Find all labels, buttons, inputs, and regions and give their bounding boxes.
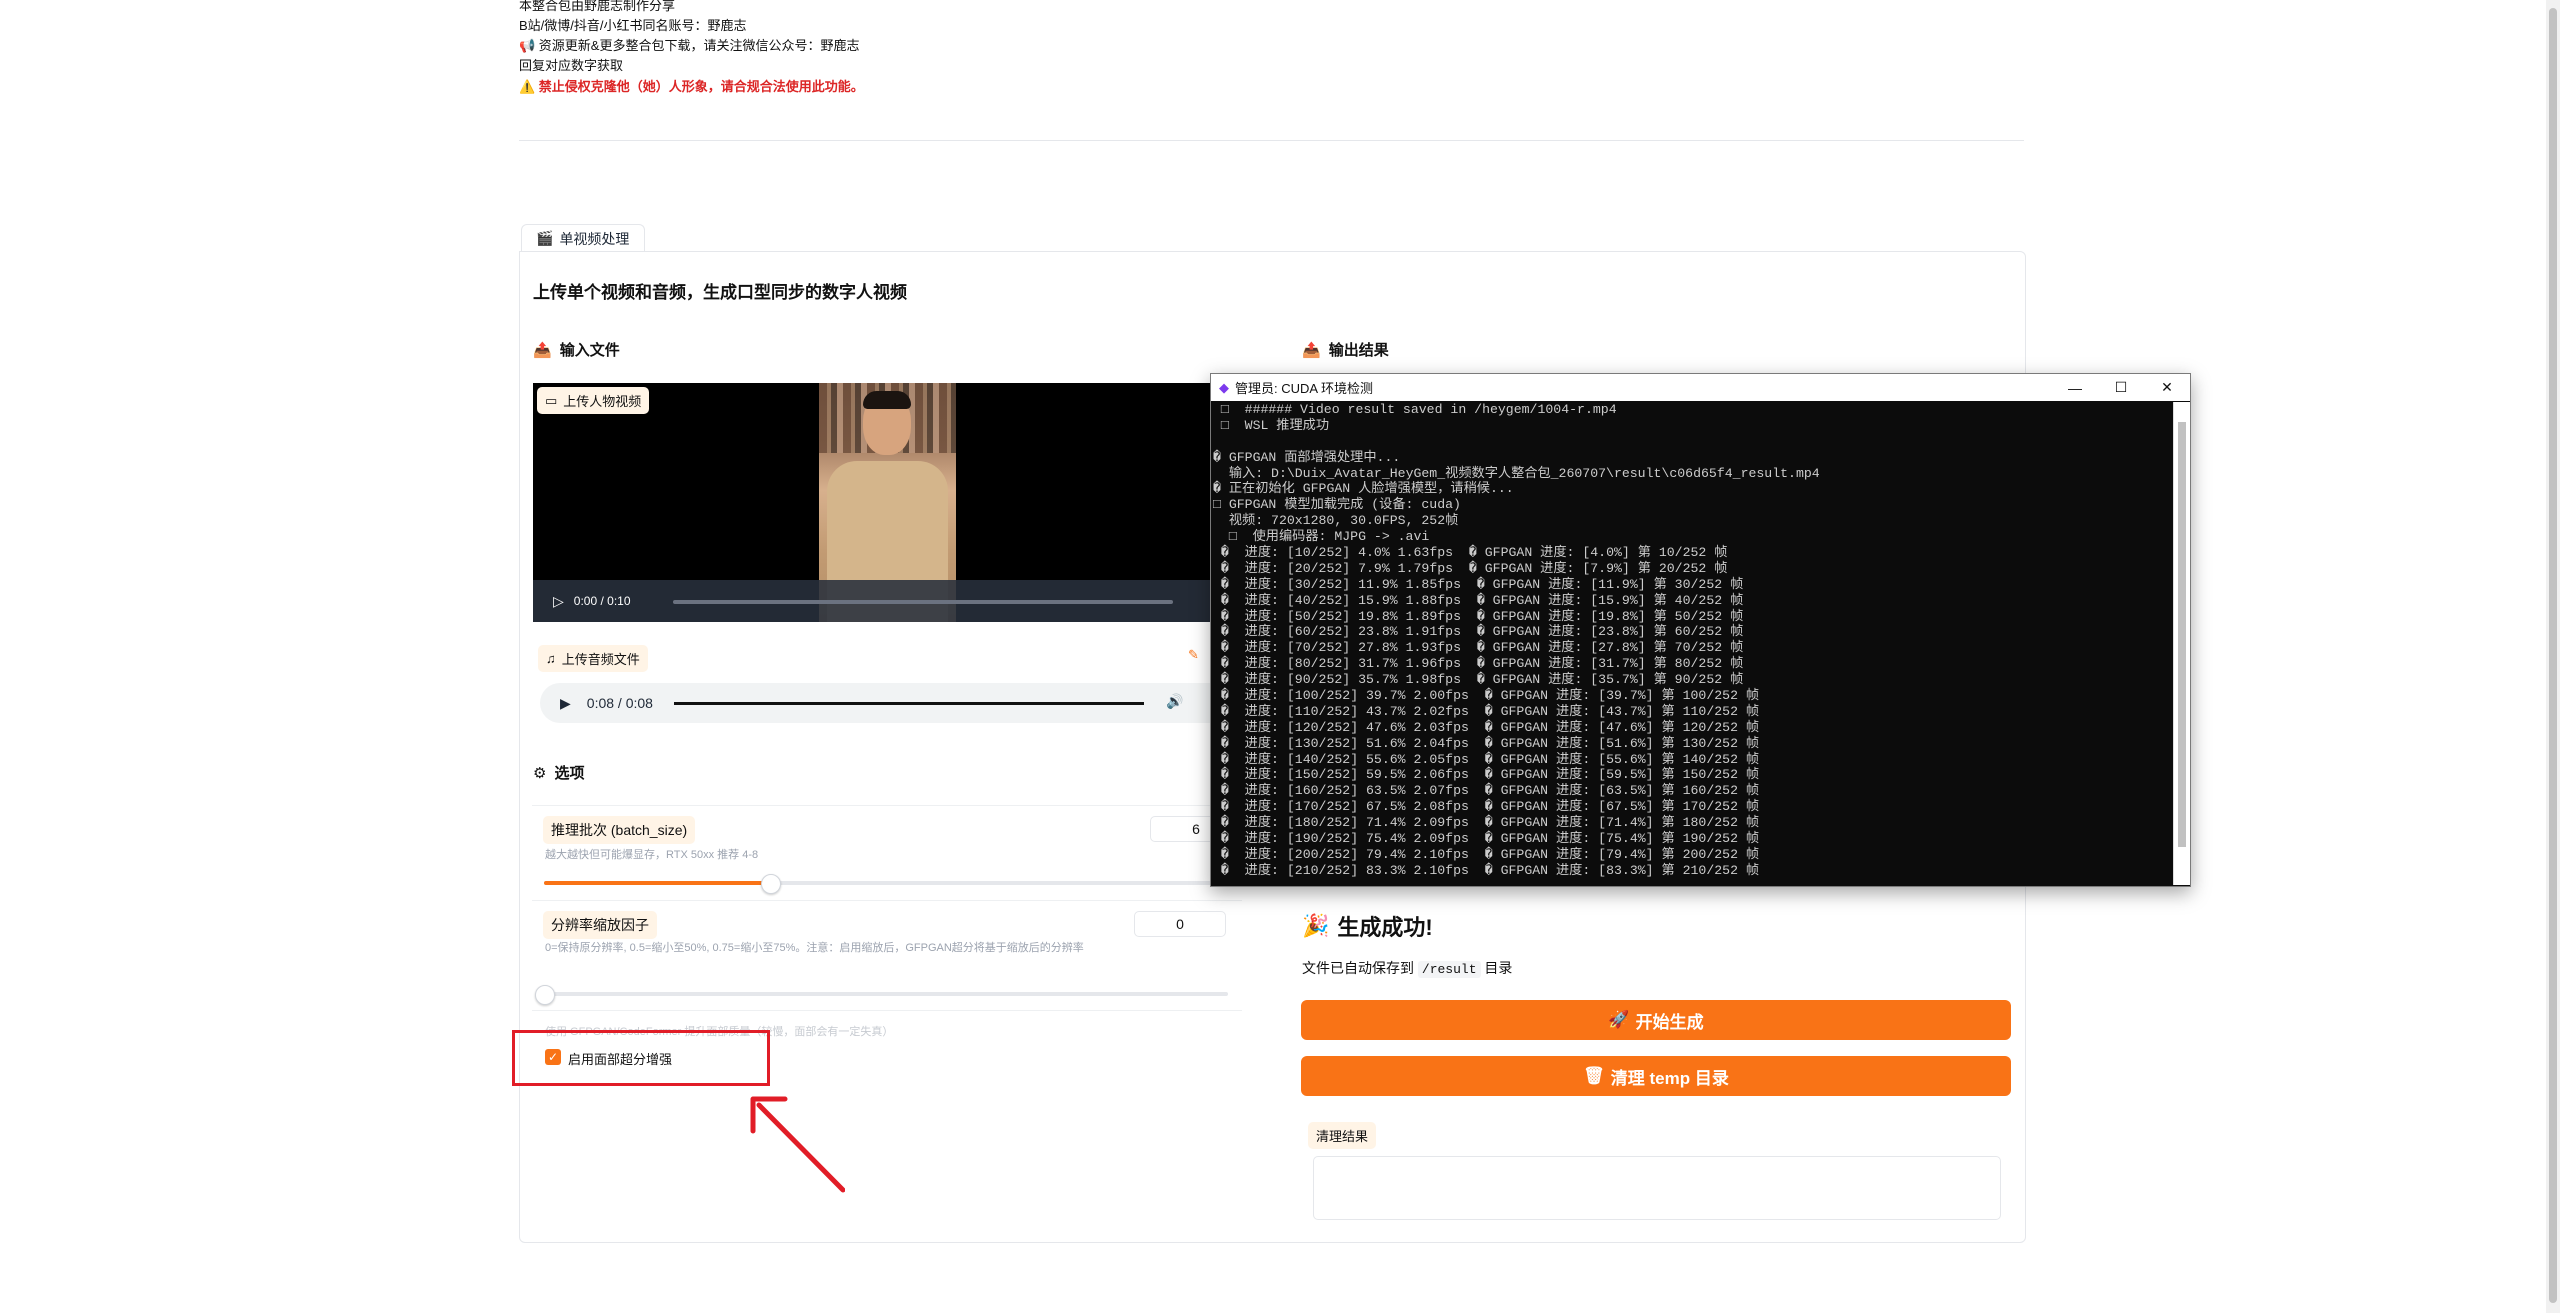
result-dir: /result xyxy=(1417,961,1481,978)
terminal-line: � 进度: [150/252] 59.5% 2.06fps � GFPGAN 进… xyxy=(1213,767,1760,783)
scale-factor-slider-thumb[interactable] xyxy=(535,985,555,1005)
audio-time: 0:08 / 0:08 xyxy=(586,695,653,711)
terminal-line: � 进度: [180/252] 71.4% 2.09fps � GFPGAN 进… xyxy=(1213,815,1760,831)
close-icon[interactable]: ✕ xyxy=(2144,374,2190,401)
terminal-line: � 正在初始化 GFPGAN 人脸增强模型，请稍候... xyxy=(1213,481,1514,497)
terminal-line: � 进度: [90/252] 35.7% 1.98fps � GFPGAN 进度… xyxy=(1213,672,1744,688)
page-heading: 上传单个视频和音频，生成口型同步的数字人视频 xyxy=(533,283,907,302)
scale-factor-control: 分辨率缩放因子 0=保持原分辨率, 0.5=缩小至50%, 0.75=缩小至75… xyxy=(532,900,1242,1011)
audio-upload-label: ♫ 上传音频文件 xyxy=(538,645,648,672)
terminal-line: 视频: 720x1280, 30.0FPS, 252帧 xyxy=(1213,513,1459,529)
party-popper-icon: 🎉 xyxy=(1302,913,1330,938)
edit-icon[interactable]: ✎ xyxy=(1188,647,1199,663)
video-player[interactable]: ▭ 上传人物视频 ▷ 0:00 / 0:10 xyxy=(533,383,1230,622)
terminal-line: � 进度: [210/252] 83.3% 2.10fps � GFPGAN 进… xyxy=(1213,862,1760,878)
terminal-title: 管理员: CUDA 环境检测 xyxy=(1235,381,1373,396)
video-controls: ▷ 0:00 / 0:10 xyxy=(533,580,1230,622)
output-section-title: 📤 输出结果 xyxy=(1302,341,1389,360)
volume-icon[interactable]: 🔊 xyxy=(1166,693,1183,710)
terminal-line: □ GFPGAN 模型加载完成 (设备: cuda) xyxy=(1213,497,1461,513)
audio-player[interactable]: ▶ 0:08 / 0:08 🔊 xyxy=(540,683,1230,723)
batch-size-slider-fill xyxy=(544,881,770,885)
terminal-app-icon: ◆ xyxy=(1219,379,1229,395)
saved-path-text: 文件已自动保存到 /result 目录 xyxy=(1302,960,1513,978)
gear-icon: ⚙ xyxy=(533,764,547,782)
minimize-icon[interactable]: — xyxy=(2052,374,2098,401)
scale-factor-input[interactable]: 0 xyxy=(1134,911,1226,937)
terminal-output: □ ###### Video result saved in /heygem/1… xyxy=(1213,402,2171,882)
highlight-box xyxy=(512,1030,770,1086)
terminal-line: � 进度: [50/252] 19.8% 1.89fps � GFPGAN 进度… xyxy=(1213,608,1744,624)
terminal-line: � 进度: [160/252] 63.5% 2.07fps � GFPGAN 进… xyxy=(1213,783,1760,799)
page-scrollbar[interactable] xyxy=(2546,0,2560,1313)
terminal-line: 输入: D:\Duix_Avatar_HeyGem_视频数字人整合包_26070… xyxy=(1213,465,1820,481)
terminal-line: � 进度: [60/252] 23.8% 1.91fps � GFPGAN 进度… xyxy=(1213,624,1744,640)
music-note-icon: ♫ xyxy=(546,651,556,666)
video-icon: ▭ xyxy=(545,392,558,408)
terminal-line: � 进度: [170/252] 67.5% 2.08fps � GFPGAN 进… xyxy=(1213,799,1760,815)
terminal-scrollbar[interactable] xyxy=(2173,402,2190,885)
note-line-2: B站/微博/抖音/小红书同名账号：野鹿志 xyxy=(519,18,747,33)
terminal-line: � 进度: [80/252] 31.7% 1.96fps � GFPGAN 进度… xyxy=(1213,656,1744,672)
warning-note: ⚠️ 禁止侵权克隆他（她）人形象，请合规合法使用此功能。 xyxy=(519,79,864,94)
scale-factor-label: 分辨率缩放因子 xyxy=(543,911,657,939)
terminal-line: � 进度: [140/252] 55.6% 2.05fps � GFPGAN 进… xyxy=(1213,751,1760,767)
scale-factor-slider[interactable] xyxy=(544,992,1228,996)
video-seek-bar[interactable] xyxy=(673,600,1173,604)
terminal-line: � GFPGAN 面部增强处理中... xyxy=(1213,449,1401,465)
video-upload-label: ▭ 上传人物视频 xyxy=(537,387,650,414)
clean-result-label: 清理结果 xyxy=(1308,1122,1377,1149)
play-icon[interactable]: ▷ xyxy=(553,593,564,610)
batch-size-hint: 越大越快但可能爆显存，RTX 50xx 推荐 4-8 xyxy=(545,849,759,861)
clean-temp-button[interactable]: 🗑 清理 temp 目录 xyxy=(1301,1056,2011,1096)
terminal-line: � 进度: [110/252] 43.7% 2.02fps � GFPGAN 进… xyxy=(1213,703,1760,719)
terminal-line: � 进度: [70/252] 27.8% 1.93fps � GFPGAN 进度… xyxy=(1213,640,1744,656)
terminal-line: � 进度: [10/252] 4.0% 1.63fps � GFPGAN 进度:… xyxy=(1213,545,1728,561)
tab-label: 单视频处理 xyxy=(559,230,630,247)
note-line-1: 本整合包由野鹿志制作分享 xyxy=(519,0,676,13)
batch-size-control: 推理批次 (batch_size) 越大越快但可能爆显存，RTX 50xx 推荐… xyxy=(532,805,1242,901)
scale-factor-hint: 0=保持原分辨率, 0.5=缩小至50%, 0.75=缩小至75%。注意：启用缩… xyxy=(545,942,1084,954)
terminal-line: � 进度: [100/252] 39.7% 2.00fps � GFPGAN 进… xyxy=(1213,688,1760,704)
upload-icon: 📤 xyxy=(533,341,552,359)
start-generate-button[interactable]: 🚀 开始生成 xyxy=(1301,1000,2011,1040)
maximize-icon[interactable]: ☐ xyxy=(2098,374,2144,401)
terminal-line: □ 使用编码器: MJPG -> .avi xyxy=(1213,529,1430,545)
terminal-line: � 进度: [30/252] 11.9% 1.85fps � GFPGAN 进度… xyxy=(1213,576,1744,592)
audio-seek-bar[interactable] xyxy=(674,702,1144,705)
batch-size-label: 推理批次 (batch_size) xyxy=(543,816,696,844)
success-message: 🎉 生成成功! xyxy=(1302,913,1433,940)
terminal-line: � 进度: [190/252] 75.4% 2.09fps � GFPGAN 进… xyxy=(1213,831,1760,847)
terminal-line: � 进度: [200/252] 79.4% 2.10fps � GFPGAN 进… xyxy=(1213,846,1760,862)
terminal-line: □ ###### Video result saved in /heygem/1… xyxy=(1213,402,1617,417)
tab-single-video[interactable]: 🎬 单视频处理 xyxy=(521,224,645,252)
terminal-titlebar[interactable]: ◆ 管理员: CUDA 环境检测 — ☐ ✕ xyxy=(1211,374,2190,401)
terminal-line: � 进度: [20/252] 7.9% 1.79fps � GFPGAN 进度:… xyxy=(1213,560,1728,576)
note-line-3: 📢 资源更新&更多整合包下载，请关注微信公众号：野鹿志 xyxy=(519,38,860,53)
terminal-window[interactable]: ◆ 管理员: CUDA 环境检测 — ☐ ✕ □ ###### Video re… xyxy=(1210,373,2191,887)
annotation-arrow-icon xyxy=(750,1096,845,1193)
options-title: ⚙ 选项 xyxy=(533,764,585,783)
clean-result-textarea[interactable] xyxy=(1313,1156,2001,1220)
trash-icon: 🗑 xyxy=(1583,1066,1605,1085)
terminal-line: � 进度: [130/252] 51.6% 2.04fps � GFPGAN 进… xyxy=(1213,735,1760,751)
clean-result-field: 清理结果 xyxy=(1304,1114,2010,1226)
batch-size-slider-thumb[interactable] xyxy=(760,874,781,894)
input-section-title: 📤 输入文件 xyxy=(533,341,620,360)
clapper-icon: 🎬 xyxy=(536,230,554,246)
terminal-line: □ WSL 推理成功 xyxy=(1213,417,1330,433)
note-line-4: 回复对应数字获取 xyxy=(519,58,624,73)
rocket-icon: 🚀 xyxy=(1608,1010,1630,1029)
divider xyxy=(519,140,2024,141)
video-time: 0:00 / 0:10 xyxy=(573,594,631,608)
upload-icon: 📤 xyxy=(1302,341,1321,359)
play-icon[interactable]: ▶ xyxy=(560,695,571,712)
terminal-line: � 进度: [120/252] 47.6% 2.03fps � GFPGAN 进… xyxy=(1213,719,1760,735)
terminal-line: � 进度: [40/252] 15.9% 1.88fps � GFPGAN 进度… xyxy=(1213,592,1744,608)
